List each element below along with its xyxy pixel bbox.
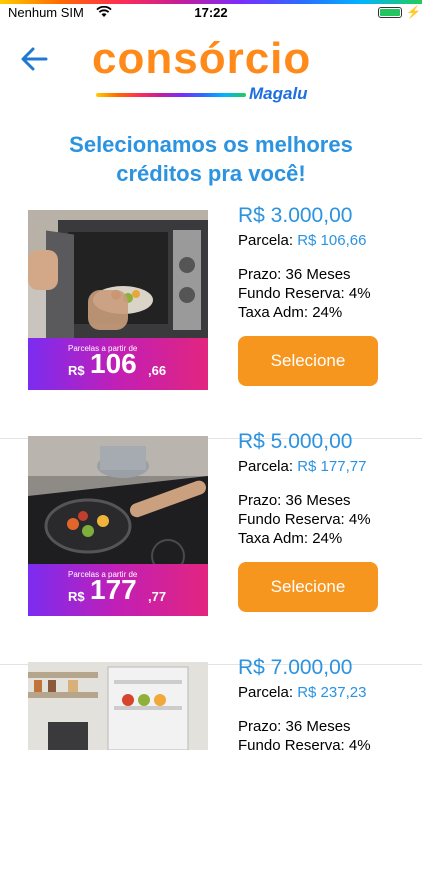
parcela-label: Parcela: (238, 458, 294, 475)
promo-currency: R$ (68, 363, 85, 378)
back-arrow-icon[interactable] (18, 44, 52, 74)
promo-cents: ,77 (148, 589, 167, 604)
clock: 17:22 (194, 5, 228, 20)
headline-line-1: Selecionamos os melhores (69, 132, 353, 157)
offer-card: R$ 7.000,00 Parcela: R$ 237,23 Prazo: 36… (0, 656, 422, 890)
promo-value: 177 (90, 574, 137, 605)
parcela-label: Parcela: (238, 684, 294, 701)
credit-amount: R$ 5.000,00 (238, 430, 353, 453)
promo-cents: ,66 (148, 363, 167, 378)
promo-value: 106 (90, 348, 137, 379)
cooktop-photo: Parcelas a partir de R$ 177 ,77 (28, 436, 208, 616)
status-bar: Nenhum SIM 17:22 ⚡ (0, 4, 422, 24)
promo-banner: Parcelas a partir de R$ 106 ,66 (28, 338, 208, 390)
parcela-value: R$ 237,23 (297, 684, 367, 701)
parcela-line: Parcela: R$ 106,66 (238, 232, 366, 249)
promo-banner: Parcelas a partir de R$ 177 ,77 (28, 564, 208, 616)
credit-amount: R$ 7.000,00 (238, 656, 353, 679)
select-button[interactable]: Selecione (238, 336, 378, 386)
logo-magalu: Magalu (249, 84, 308, 103)
battery-icon (378, 7, 402, 18)
logo-consorcio: consórcio (92, 34, 312, 83)
prazo-text: Prazo: 36 Meses (238, 492, 351, 509)
fundo-reserva-text: Fundo Reserva: 4% (238, 511, 371, 528)
taxa-adm-text: Taxa Adm: 24% (238, 530, 343, 547)
charging-bolt-icon: ⚡ (406, 5, 421, 19)
parcela-value: R$ 177,77 (297, 458, 367, 475)
parcela-label: Parcela: (238, 232, 294, 249)
parcela-value: R$ 106,66 (297, 232, 367, 249)
taxa-adm-text: Taxa Adm: 24% (238, 304, 343, 321)
prazo-text: Prazo: 36 Meses (238, 266, 351, 283)
offer-card: Parcelas a partir de R$ 106 ,66 R$ 3.000… (0, 204, 422, 439)
fundo-reserva-text: Fundo Reserva: 4% (238, 737, 371, 754)
headline-line-2: créditos pra você! (116, 161, 306, 186)
prazo-text: Prazo: 36 Meses (238, 718, 351, 735)
select-button[interactable]: Selecione (238, 562, 378, 612)
page-headline: Selecionamos os melhores créditos pra vo… (0, 130, 422, 188)
logo-rainbow-underline (96, 93, 246, 97)
offer-card: Parcelas a partir de R$ 177 ,77 R$ 5.000… (0, 430, 422, 665)
credit-amount: R$ 3.000,00 (238, 204, 353, 227)
fundo-reserva-text: Fundo Reserva: 4% (238, 285, 371, 302)
refrigerator-photo (28, 662, 208, 750)
promo-currency: R$ (68, 589, 85, 604)
parcela-line: Parcela: R$ 237,23 (238, 684, 366, 701)
microwave-photo: Parcelas a partir de R$ 106 ,66 (28, 210, 208, 390)
parcela-line: Parcela: R$ 177,77 (238, 458, 366, 475)
